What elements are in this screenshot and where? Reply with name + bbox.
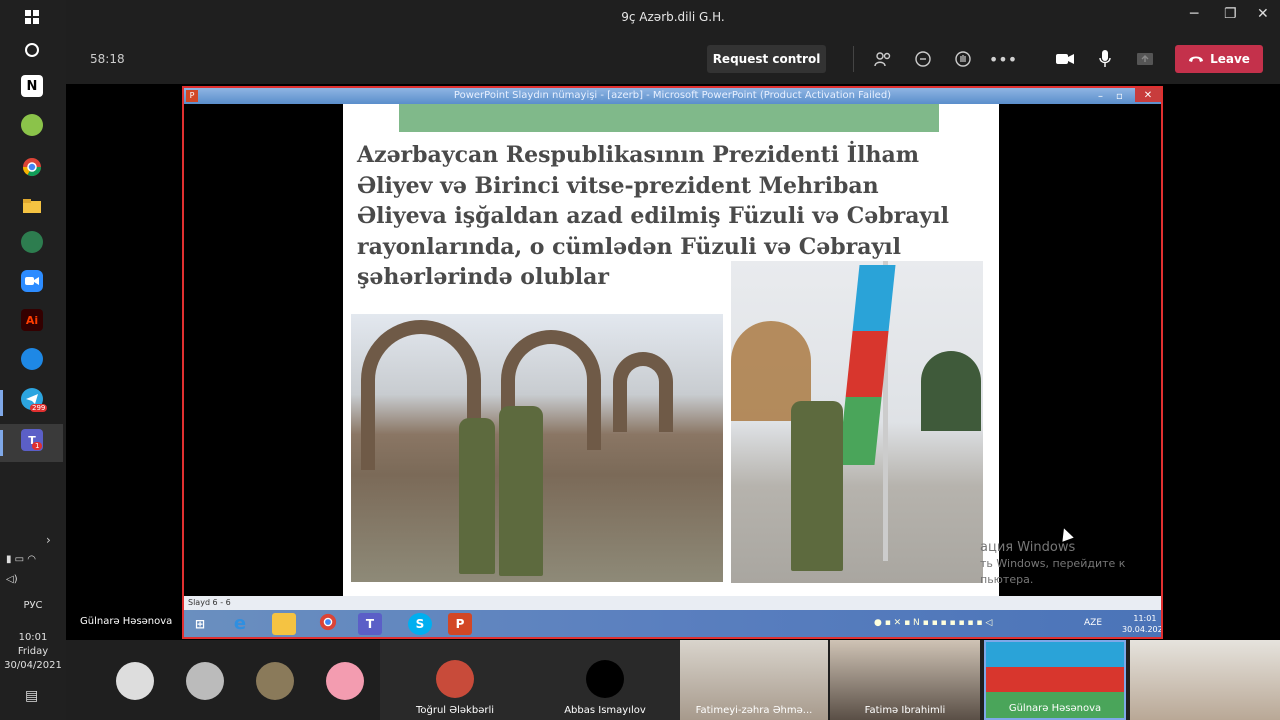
photo-flag	[731, 261, 983, 583]
participant-strip: Toğrul Ələkbərli Abbas İsmayılov Fatimey…	[66, 640, 1280, 720]
telegram-badge: 299	[30, 404, 48, 412]
person-figure	[459, 418, 495, 574]
more-options-icon[interactable]: •••	[989, 48, 1017, 70]
participant-avatar	[586, 660, 624, 698]
leave-label: Leave	[1210, 52, 1250, 66]
powerpoint-status-bar: Slayd 6 - 6	[184, 596, 1161, 610]
chrome-icon[interactable]	[18, 153, 46, 181]
volume-icon[interactable]: ◁)	[6, 574, 18, 585]
windows-activation-watermark: ация Windows ть Windows, перейдите к пью…	[980, 540, 1125, 588]
meeting-timer: 58:18	[90, 52, 125, 66]
ppt-close-icon: ✕	[1135, 88, 1161, 102]
camera-icon[interactable]	[1054, 48, 1076, 70]
photo-bridge	[351, 314, 723, 582]
taskbar-active-indicator	[0, 390, 3, 416]
title-bar: 9ç Azərb.dili G.H. ─ ❐ ✕	[66, 0, 1280, 34]
remote-date: 30.04.2021	[1122, 625, 1163, 634]
presentation-slide: Azərbaycan Respublikasının Prezidenti İl…	[343, 104, 999, 596]
windows-start-icon[interactable]	[18, 3, 46, 31]
powerpoint-logo-icon: P	[186, 90, 198, 102]
remote-chrome-icon	[316, 613, 340, 635]
participant-name: Gülnarə Həsənova	[1008, 703, 1102, 714]
meeting-stage: P PowerPoint Slaydın nümayişi - [azerb] …	[66, 84, 1280, 640]
participant-video[interactable]: Fatimeyi-zəhra Əhmə...	[680, 640, 828, 720]
remote-skype-icon: S	[408, 613, 432, 635]
remote-start-icon: ⊞	[194, 617, 206, 631]
chat-icon[interactable]	[912, 48, 934, 70]
clock-time[interactable]: 10:01	[0, 632, 66, 643]
window-title: 9ç Azərb.dili G.H.	[621, 10, 725, 24]
presenter-name: Gülnarə Həsənova	[80, 616, 173, 627]
participant-avatar[interactable]	[116, 662, 154, 700]
app-green-icon[interactable]	[21, 114, 43, 136]
remote-time: 11:01	[1133, 614, 1157, 623]
participant-avatar[interactable]	[186, 662, 224, 700]
participants-icon[interactable]	[872, 48, 894, 70]
phone-hangup-icon	[1188, 52, 1204, 66]
remote-folder-icon	[272, 613, 296, 635]
remote-ie-icon: e	[233, 613, 247, 634]
request-control-button[interactable]: Request control	[707, 45, 826, 73]
leave-button[interactable]: Leave	[1175, 45, 1263, 73]
clock-day: Friday	[17, 646, 49, 657]
person-figure	[791, 401, 843, 571]
app-download-icon[interactable]	[21, 231, 43, 253]
remote-clock: 11:01 30.04.2021	[1122, 613, 1163, 635]
participant-video-speaking[interactable]: Gülnarə Həsənova	[984, 640, 1126, 720]
illustrator-icon[interactable]: Ai	[21, 309, 43, 331]
share-screen-icon[interactable]	[1134, 48, 1156, 70]
bridge-arch	[613, 352, 673, 432]
participant-avatar[interactable]	[326, 662, 364, 700]
clock-date: 30/04/2021	[4, 660, 62, 671]
toolbar-divider	[853, 46, 854, 72]
participant-tile[interactable]: Abbas İsmayılov	[530, 640, 680, 720]
ppt-restore-icon: ▫	[1116, 91, 1123, 102]
tray-expand-icon[interactable]: ›	[46, 533, 51, 547]
participant-tile[interactable]: Toğrul Ələkbərli	[380, 640, 530, 720]
minimize-button[interactable]: ─	[1190, 6, 1198, 22]
participant-avatar	[436, 660, 474, 698]
zoom-icon[interactable]	[21, 270, 43, 292]
participant-name: Abbas İsmayılov	[564, 705, 646, 716]
watermark-line3: пьютера.	[980, 573, 1034, 586]
participant-name: Fatimə İbrahimli	[864, 705, 946, 716]
input-language[interactable]: РУС	[0, 600, 66, 611]
cortana-icon[interactable]	[18, 36, 46, 64]
ppt-minimize-icon: –	[1098, 91, 1103, 102]
remote-teams-icon: T	[358, 613, 382, 635]
windows-taskbar: N Ai 299 T 1 › ▮ ▭ ◠ ◁) РУС 10:01 Friday…	[0, 0, 66, 720]
notification-center-icon[interactable]: ▤	[25, 688, 38, 704]
tree	[921, 351, 981, 431]
raise-hand-icon[interactable]	[952, 48, 974, 70]
remote-language: AZE	[1084, 618, 1103, 628]
person-figure	[499, 406, 543, 576]
remote-powerpoint-icon: P	[448, 613, 472, 635]
remote-taskbar: ⊞ e T S P ● ▪ ✕ ▪ N ▪ ▪ ▪ ▪ ▪ ▪ ▪ ◁ AZE …	[184, 610, 1163, 637]
file-explorer-icon[interactable]	[18, 192, 46, 220]
remote-tray-icons: ● ▪ ✕ ▪ N ▪ ▪ ▪ ▪ ▪ ▪ ▪ ◁	[874, 618, 993, 628]
taskbar-active-bar	[0, 430, 3, 456]
notion-icon[interactable]: N	[21, 75, 43, 97]
app-blue-icon[interactable]	[21, 348, 43, 370]
powerpoint-title: PowerPoint Slaydın nümayişi - [azerb] - …	[453, 90, 892, 101]
powerpoint-title-bar: P PowerPoint Slaydın nümayişi - [azerb] …	[184, 88, 1161, 104]
tray-icons[interactable]: ▮ ▭ ◠	[6, 554, 36, 565]
participant-name: Toğrul Ələkbərli	[415, 705, 495, 716]
participant-video[interactable]: Fatimə İbrahimli	[830, 640, 980, 720]
participant-name: Fatimeyi-zəhra Əhmə...	[695, 705, 813, 716]
participant-avatar[interactable]	[256, 662, 294, 700]
slide-counter: Slayd 6 - 6	[188, 598, 231, 607]
meeting-toolbar: 58:18 Request control ••• Leave	[66, 34, 1280, 84]
shared-screen: P PowerPoint Slaydın nümayişi - [azerb] …	[182, 86, 1163, 639]
microphone-icon[interactable]	[1094, 48, 1116, 70]
watermark-line1: ация Windows	[980, 540, 1076, 555]
slide-header-bar	[399, 104, 939, 132]
maximize-button[interactable]: ❐	[1224, 6, 1237, 22]
participant-video[interactable]	[1130, 640, 1280, 720]
watermark-line2: ть Windows, перейдите к	[980, 557, 1126, 570]
close-button[interactable]: ✕	[1257, 6, 1269, 22]
